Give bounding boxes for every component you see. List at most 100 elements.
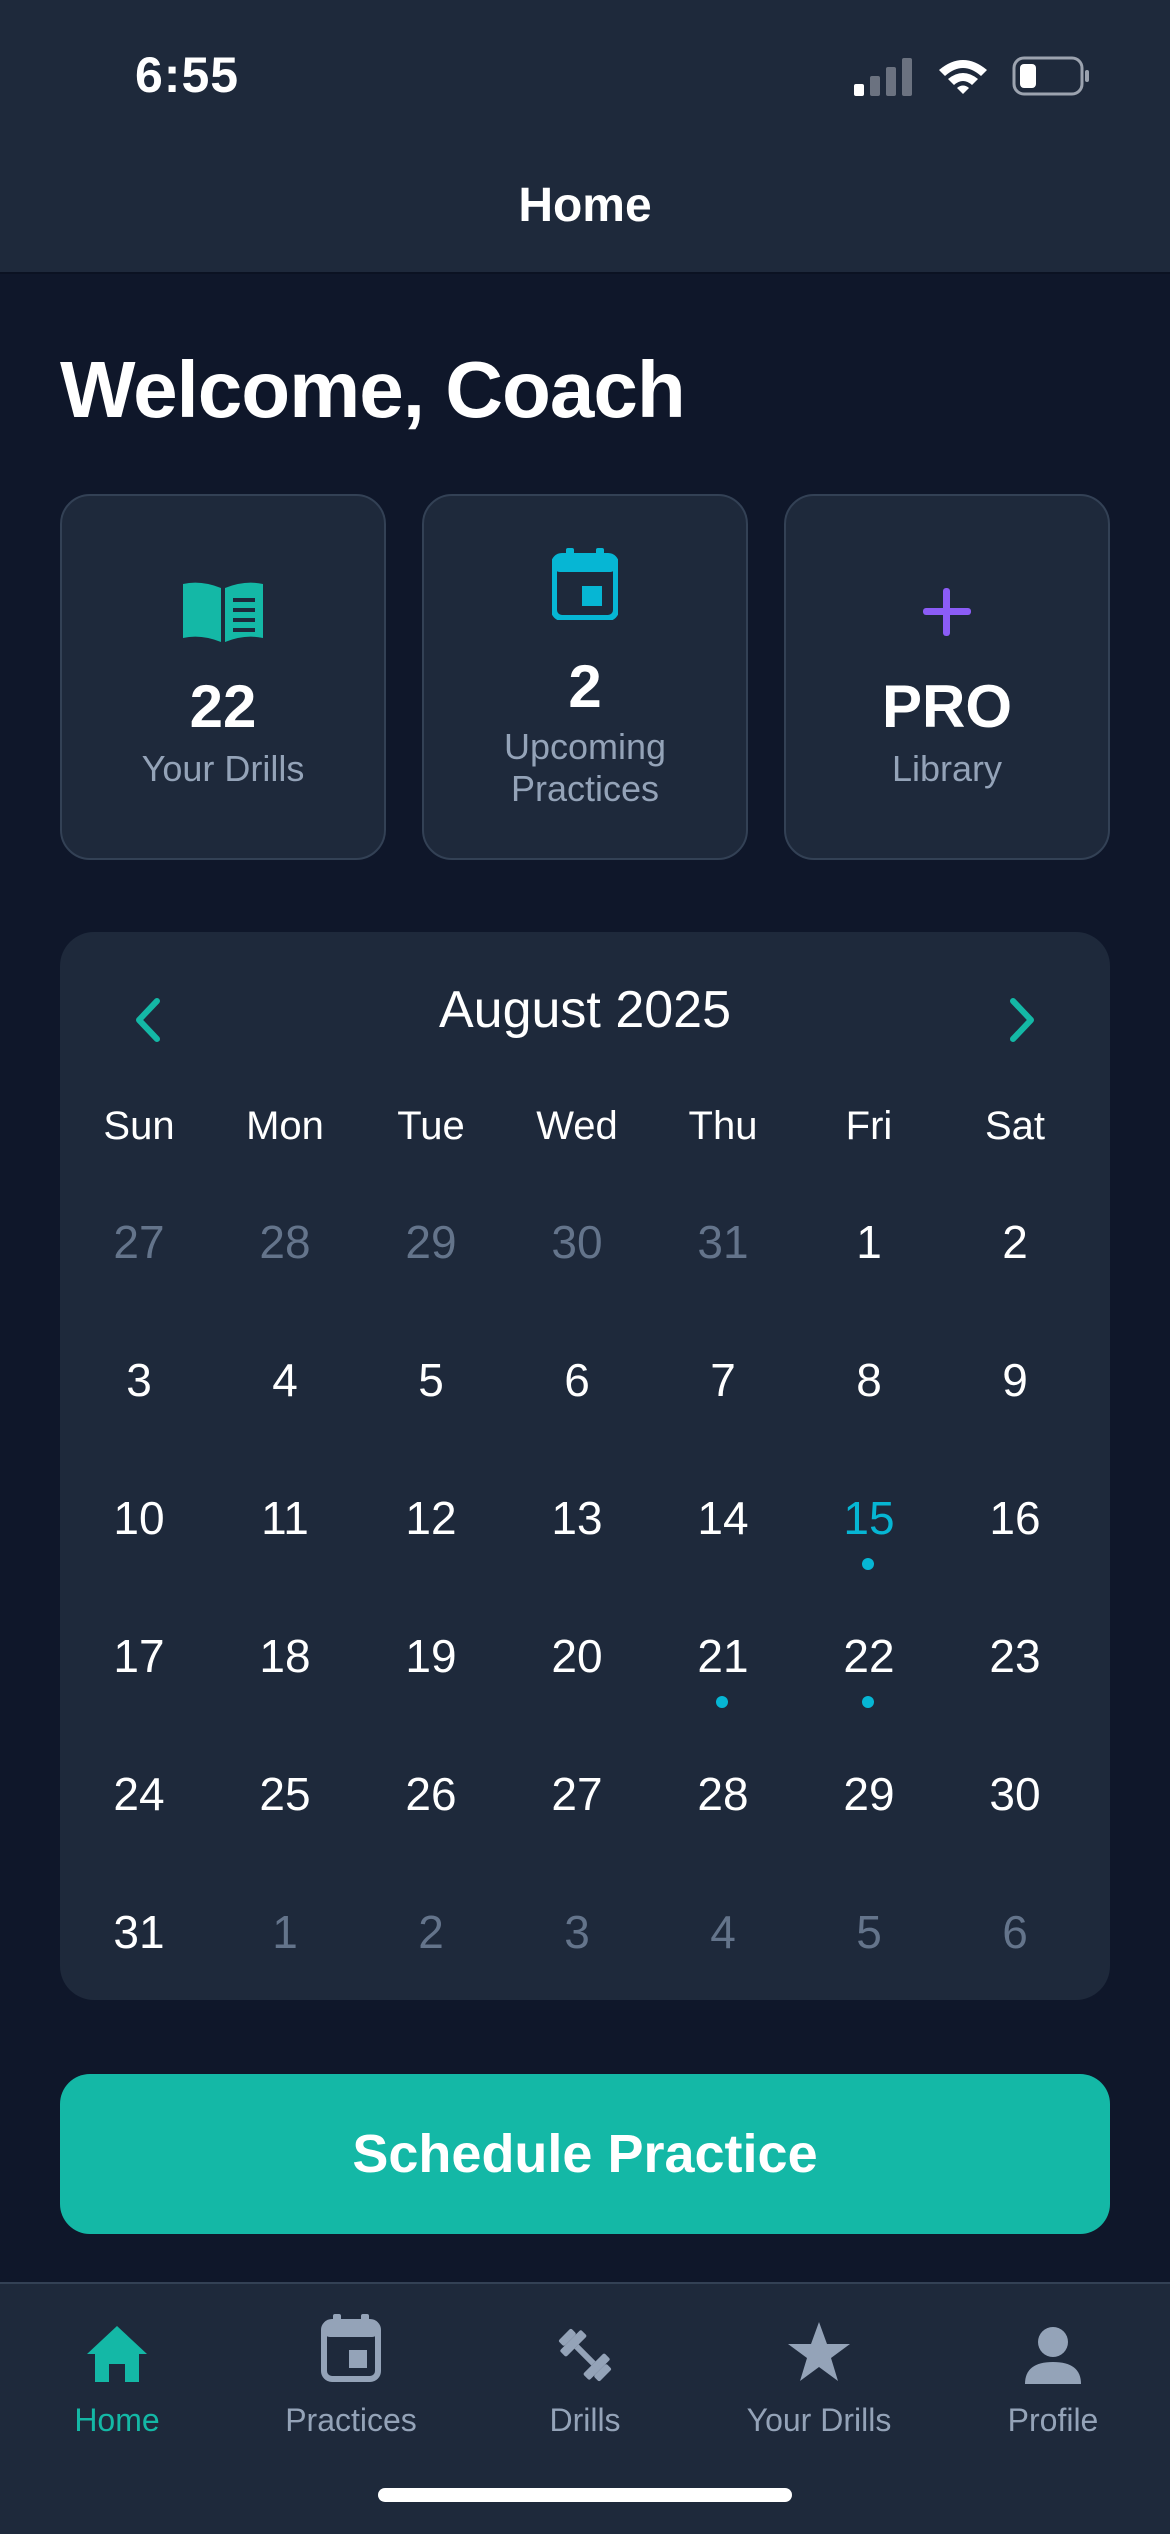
calendar-day[interactable]: 2 bbox=[358, 1902, 504, 2002]
cellular-signal-icon bbox=[854, 58, 912, 96]
calendar-day[interactable]: 28 bbox=[650, 1764, 796, 1864]
weekday-label: Thu bbox=[688, 1104, 758, 1148]
calendar-day-number: 11 bbox=[261, 1492, 309, 1544]
calendar-day[interactable]: 1 bbox=[212, 1902, 358, 2002]
calendar-day[interactable]: 27 bbox=[66, 1212, 212, 1312]
calendar-day[interactable]: 6 bbox=[504, 1350, 650, 1450]
weekday-label: Wed bbox=[536, 1104, 618, 1148]
calendar-day[interactable]: 22 bbox=[796, 1626, 942, 1726]
calendar-day[interactable]: 3 bbox=[66, 1350, 212, 1450]
calendar-day[interactable]: 28 bbox=[212, 1212, 358, 1312]
calendar-day[interactable]: 6 bbox=[942, 1902, 1088, 2002]
calendar-day-number: 15 bbox=[843, 1492, 895, 1544]
calendar-day-number: 31 bbox=[113, 1906, 165, 1958]
calendar-day[interactable]: 18 bbox=[212, 1626, 358, 1726]
status-bar: 6:55 bbox=[0, 0, 1170, 150]
calendar-day[interactable]: 15 bbox=[796, 1488, 942, 1588]
calendar-day[interactable]: 11 bbox=[212, 1488, 358, 1588]
tab-profile[interactable]: Profile bbox=[936, 2304, 1170, 2444]
tab-profile-label: Profile bbox=[1007, 2402, 1099, 2438]
calendar-day[interactable]: 30 bbox=[942, 1764, 1088, 1864]
status-time: 6:55 bbox=[135, 47, 240, 103]
calendar-day[interactable]: 23 bbox=[942, 1626, 1088, 1726]
tab-home[interactable]: Home bbox=[0, 2304, 234, 2444]
calendar-day-number: 27 bbox=[551, 1768, 603, 1820]
calendar-day-number: 26 bbox=[405, 1768, 457, 1820]
calendar-day[interactable]: 27 bbox=[504, 1764, 650, 1864]
calendar-day[interactable]: 4 bbox=[650, 1902, 796, 2002]
calendar-day-number: 13 bbox=[551, 1492, 603, 1544]
stats-cards: 22 Your Drills 2 Upcoming Practices PRO … bbox=[60, 494, 1110, 860]
calendar-day-number: 9 bbox=[1002, 1354, 1028, 1406]
calendar-day[interactable]: 13 bbox=[504, 1488, 650, 1588]
calendar-day[interactable]: 29 bbox=[358, 1212, 504, 1312]
calendar-day-number: 5 bbox=[856, 1906, 882, 1958]
weekday-label: Sun bbox=[103, 1104, 175, 1148]
calendar-day-number: 22 bbox=[843, 1630, 895, 1682]
calendar-day-number: 19 bbox=[405, 1630, 457, 1682]
calendar-day-number: 23 bbox=[989, 1630, 1041, 1682]
calendar-day[interactable]: 24 bbox=[66, 1764, 212, 1864]
calendar-day-number: 18 bbox=[259, 1630, 311, 1682]
calendar-day[interactable]: 8 bbox=[796, 1350, 942, 1450]
your-drills-label: Your Drills bbox=[141, 748, 305, 789]
calendar-day-number: 12 bbox=[405, 1492, 457, 1544]
tab-practices[interactable]: Practices bbox=[234, 2304, 468, 2444]
your-drills-count: 22 bbox=[189, 673, 257, 740]
calendar: August 2025 Sun Mon Tue Wed Thu Fri Sat 27 28 29… bbox=[60, 932, 1110, 2000]
next-month-button[interactable] bbox=[992, 990, 1052, 1050]
nav-header: Home bbox=[0, 150, 1170, 274]
calendar-day[interactable]: 21 bbox=[650, 1626, 796, 1726]
calendar-day-number: 8 bbox=[856, 1354, 882, 1406]
calendar-day[interactable]: 2 bbox=[942, 1212, 1088, 1312]
calendar-month-label: August 2025 bbox=[438, 981, 732, 1039]
welcome-heading: Welcome, Coach bbox=[60, 345, 686, 434]
pro-library-card[interactable]: PRO Library bbox=[784, 494, 1110, 860]
calendar-day[interactable]: 17 bbox=[66, 1626, 212, 1726]
plus-icon bbox=[786, 586, 1108, 638]
pro-label: PRO bbox=[881, 673, 1013, 740]
calendar-day-number: 2 bbox=[418, 1906, 444, 1958]
tab-drills[interactable]: Drills bbox=[468, 2304, 702, 2444]
tab-practices-label: Practices bbox=[285, 2402, 417, 2438]
calendar-day-number: 3 bbox=[564, 1906, 590, 1958]
calendar-day[interactable]: 19 bbox=[358, 1626, 504, 1726]
calendar-day-number: 10 bbox=[113, 1492, 165, 1544]
calendar-day-number: 1 bbox=[856, 1216, 882, 1268]
calendar-day-number: 24 bbox=[113, 1768, 165, 1820]
calendar-day[interactable]: 10 bbox=[66, 1488, 212, 1588]
calendar-day[interactable]: 7 bbox=[650, 1350, 796, 1450]
calendar-day[interactable]: 25 bbox=[212, 1764, 358, 1864]
calendar-day[interactable]: 14 bbox=[650, 1488, 796, 1588]
library-label: Library bbox=[891, 748, 1003, 789]
your-drills-card[interactable]: 22 Your Drills bbox=[60, 494, 386, 860]
book-open-icon bbox=[62, 580, 384, 644]
calendar-day[interactable]: 4 bbox=[212, 1350, 358, 1450]
tab-your-drills[interactable]: Your Drills bbox=[702, 2304, 936, 2444]
calendar-day-number: 1 bbox=[272, 1906, 298, 1958]
schedule-practice-button[interactable]: Schedule Practice bbox=[60, 2074, 1110, 2234]
weekday-label: Tue bbox=[397, 1104, 465, 1148]
calendar-day[interactable]: 29 bbox=[796, 1764, 942, 1864]
upcoming-practices-label: Upcoming Practices bbox=[503, 726, 667, 809]
calendar-day[interactable]: 26 bbox=[358, 1764, 504, 1864]
calendar-day[interactable]: 3 bbox=[504, 1902, 650, 2002]
tab-drills-label: Drills bbox=[549, 2402, 621, 2438]
calendar-day[interactable]: 31 bbox=[66, 1902, 212, 2002]
calendar-day-number: 25 bbox=[259, 1768, 311, 1820]
calendar-day[interactable]: 1 bbox=[796, 1212, 942, 1312]
calendar-day[interactable]: 31 bbox=[650, 1212, 796, 1312]
upcoming-practices-card[interactable]: 2 Upcoming Practices bbox=[422, 494, 748, 860]
calendar-day-number: 3 bbox=[126, 1354, 152, 1406]
calendar-day-number: 4 bbox=[272, 1354, 298, 1406]
calendar-day-number: 30 bbox=[551, 1216, 603, 1268]
calendar-day[interactable]: 16 bbox=[942, 1488, 1088, 1588]
wifi-icon bbox=[939, 60, 987, 94]
calendar-day[interactable]: 12 bbox=[358, 1488, 504, 1588]
calendar-day[interactable]: 20 bbox=[504, 1626, 650, 1726]
calendar-day[interactable]: 5 bbox=[796, 1902, 942, 2002]
calendar-day[interactable]: 30 bbox=[504, 1212, 650, 1312]
calendar-day[interactable]: 9 bbox=[942, 1350, 1088, 1450]
calendar-day-number: 30 bbox=[989, 1768, 1041, 1820]
calendar-day[interactable]: 5 bbox=[358, 1350, 504, 1450]
